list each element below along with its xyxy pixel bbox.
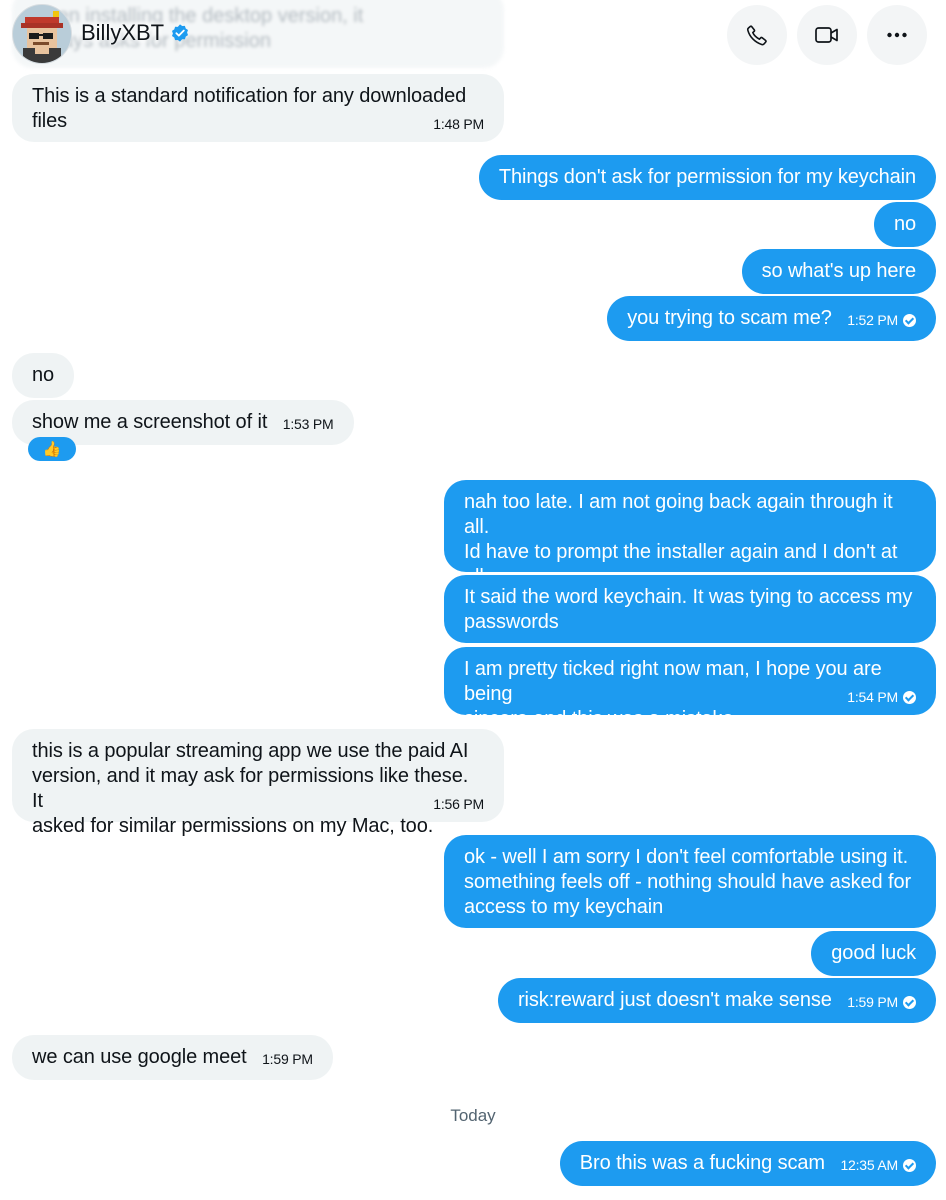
message-text: ok - well I am sorry I don't feel comfor… [464,846,912,918]
message-text: you trying to scam me? [627,307,832,329]
message-bubble-incoming[interactable]: we can use google meet 1:59 PM [12,1035,333,1080]
call-button[interactable] [727,5,787,65]
message-text: show me a screenshot of it [32,411,268,433]
message-text: risk:reward just doesn't make sense [517,989,832,1011]
message-bubble-outgoing[interactable]: It said the word keychain. It was tying … [444,575,936,643]
thumbs-up-icon: 👍 [42,441,62,458]
contact-name-row[interactable]: BillyXBT [81,20,190,46]
message-timestamp: 1:59 PM [262,1051,313,1067]
message-text: Bro this was a fucking scam [579,1152,825,1174]
message-text: so what's up here [761,260,917,282]
message-text: This is a standard notification for any … [32,85,467,132]
more-options-button[interactable] [867,5,927,65]
message-bubble-incoming[interactable]: this is a popular streaming app we use t… [12,729,504,837]
message-text: no [893,213,916,235]
message-text: good luck [831,942,916,964]
message-timestamp: 1:53 PM [282,416,334,432]
message-bubble-outgoing[interactable]: Bro this was a fucking scam 12:35 AM [559,1141,936,1186]
avatar[interactable] [12,4,72,64]
message-timestamp: 1:59 PM [847,994,916,1010]
message-timestamp: 1:52 PM [847,312,916,328]
video-call-button[interactable] [797,5,857,65]
message-timestamp: 1:54 PM [847,689,916,705]
message-bubble-outgoing[interactable]: Things don't ask for permission for my k… [478,155,936,200]
message-timestamp: 1:56 PM [433,796,484,812]
message-bubble-incoming[interactable]: This is a standard notification for any … [12,74,504,142]
more-icon [887,32,907,38]
message-bubble-outgoing[interactable]: nah too late. I am not going back again … [444,480,936,613]
phone-icon [746,25,767,46]
read-check-icon [903,690,916,704]
message-text: Things don't ask for permission for my k… [498,166,916,188]
message-text: we can use google meet [32,1046,247,1068]
message-bubble-outgoing[interactable]: ok - well I am sorry I don't feel comfor… [444,835,936,928]
read-check-icon [903,313,916,327]
message-text: no [32,364,55,386]
message-bubble-outgoing[interactable]: good luck [811,931,936,976]
video-icon [815,27,838,43]
read-check-icon [903,1158,916,1172]
read-check-icon [903,995,916,1009]
conversation-header: when installing the desktop version, it … [0,0,946,72]
message-timestamp: 1:48 PM [433,116,484,132]
message-bubble-outgoing[interactable]: you trying to scam me? 1:52 PM [607,296,936,341]
message-timestamp: 12:35 AM [840,1157,916,1173]
day-separator: Today [450,1106,496,1125]
pixel-avatar-icon [13,5,71,63]
message-bubble-outgoing[interactable]: I am pretty ticked right now man, I hope… [444,647,936,730]
message-bubble-outgoing[interactable]: so what's up here [741,249,936,294]
message-bubble-incoming[interactable]: no [12,353,75,398]
contact-name[interactable]: BillyXBT [81,20,164,46]
message-text: this is a popular streaming app we use t… [32,740,469,837]
message-bubble-outgoing[interactable]: risk:reward just doesn't make sense 1:59… [497,978,936,1023]
verified-badge-icon [172,24,189,42]
message-bubble-outgoing[interactable]: no [873,202,936,247]
reaction-badge[interactable]: 👍 [28,437,76,461]
message-text: It said the word keychain. It was tying … [464,586,913,633]
